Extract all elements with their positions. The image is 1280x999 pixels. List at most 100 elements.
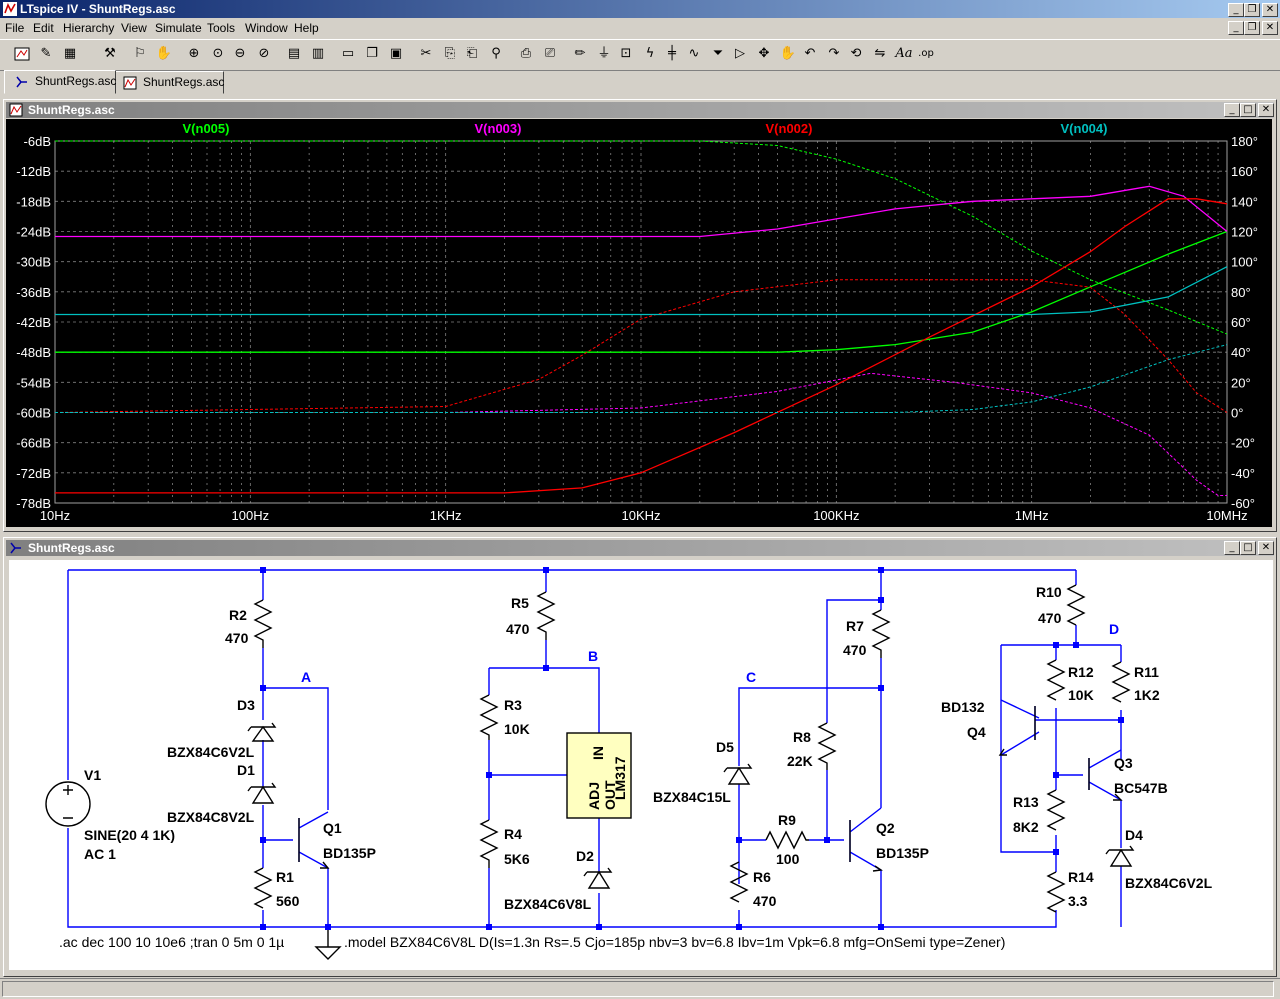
inductor-icon[interactable]: ∿ [684,43,704,65]
print-icon[interactable]: ▦ [60,43,80,65]
print-preview-icon[interactable]: ⎙ [516,43,536,65]
spice-directives: .ac dec 100 10 10e6 ;tran 0 5m 0 1µ .mod… [59,934,1005,950]
menu-edit[interactable]: Edit [33,21,54,35]
print-setup-icon[interactable]: ⎚ [540,43,560,65]
plot-minimize-button[interactable]: _ [1224,103,1240,117]
label-R3: R3 [504,697,522,713]
menu-file[interactable]: File [5,21,24,35]
autorange-icon[interactable]: ▤ [284,43,304,65]
y-tick-label: -12dB [16,164,51,179]
y-tick-label: -24dB [16,225,51,240]
x-tick-label: 1MHz [1015,508,1049,523]
open-icon[interactable] [12,43,32,65]
waveform-window-title: ShuntRegs.asc [28,103,115,117]
wire-icon[interactable]: ✏ [570,43,590,65]
paste-icon[interactable]: ⎗ [462,43,482,65]
y2-tick-label: 140° [1231,194,1258,209]
y-tick-label: -54dB [16,375,51,390]
menu-window[interactable]: Window [245,21,288,35]
y2-tick-label: 160° [1231,164,1258,179]
title-bar: LTspice IV - ShuntRegs.asc _ ❐ ✕ [0,0,1280,18]
tab-schematic[interactable]: ShuntRegs.asc [4,70,116,94]
menu-help[interactable]: Help [294,21,319,35]
lm317-adj-pin: ADJ [586,782,602,810]
copy-icon[interactable]: ⎘ [440,43,460,65]
tile-horizontal-icon[interactable]: ▭ [338,43,358,65]
tab-schematic-label: ShuntRegs.asc [35,74,117,88]
y-tick-label: -42dB [16,315,51,330]
schematic-minimize-button[interactable]: _ [1224,541,1240,555]
label-D3: D3 [237,697,255,713]
component-icon[interactable]: ▷ [730,43,750,65]
y2-tick-label: 100° [1231,255,1258,270]
bode-plot[interactable]: -6dB -12dB -18dB -24dB -30dB -36dB -42dB -48dB -… [6,119,1272,527]
menu-view[interactable]: View [121,21,147,35]
capacitor-icon[interactable]: ╪ [662,43,682,65]
value-Q1: BD135P [323,845,376,861]
restore-button[interactable]: ❐ [1244,3,1260,17]
window-title: LTspice IV - ShuntRegs.asc [20,2,176,16]
ground-icon[interactable]: ⏚ [594,43,614,65]
plot-close-button[interactable]: ✕ [1258,103,1274,117]
find-icon[interactable]: ⚲ [486,43,506,65]
diode-icon[interactable]: ⏷ [708,43,728,65]
close-window-icon[interactable]: ▣ [386,43,406,65]
zoom-pan-icon[interactable]: ⊙ [208,43,228,65]
analysis-directive[interactable]: .ac dec 100 10 10e6 ;tran 0 5m 0 1µ [59,934,284,950]
x-tick-label: 10KHz [621,508,660,523]
schematic-maximize-button[interactable]: □ [1240,541,1256,555]
legend-V(n005): V(n005) [183,121,230,136]
value-R7: 470 [843,642,867,658]
label-R11: R11 [1134,664,1159,680]
cascade-icon[interactable]: ❐ [362,43,382,65]
zoom-in-icon[interactable]: ⊕ [184,43,204,65]
mirror-icon[interactable]: ⇋ [870,43,890,65]
halt-icon[interactable]: ✋ [154,43,174,65]
zoom-fit-icon[interactable]: ⊘ [254,43,274,65]
grid-icon[interactable]: ▥ [308,43,328,65]
close-button[interactable]: ✕ [1262,3,1278,17]
ltspice-app-icon [3,2,17,16]
value-Q4: BD132 [941,699,985,715]
model-directive[interactable]: .model BZX84C6V8L D(Is=1.3n Rs=.5 Cjo=18… [344,934,1005,950]
undo-icon[interactable]: ↶ [800,43,820,65]
waveform-icon [9,103,23,117]
value-D2: BZX84C6V8L [504,896,592,912]
redo-icon[interactable]: ↷ [824,43,844,65]
zoom-out-icon[interactable]: ⊖ [230,43,250,65]
label-R13: R13 [1013,794,1039,810]
spice-directive-icon[interactable]: .op [916,43,936,65]
value-R8: 22K [787,753,813,769]
schematic-window-title: ShuntRegs.asc [28,541,115,555]
cut-icon[interactable]: ✂ [416,43,436,65]
value-D3: BZX84C6V2L [167,744,255,760]
schematic-close-button[interactable]: ✕ [1258,541,1274,555]
menu-tools[interactable]: Tools [207,21,235,35]
tab-waveform[interactable]: ShuntRegs.asc [112,71,224,94]
value-D5: BZX84C15L [653,789,731,805]
mdi-close-button[interactable]: ✕ [1262,21,1278,35]
rotate-icon[interactable]: ⟲ [846,43,866,65]
save-icon[interactable]: ✎ [36,43,56,65]
label-R12: R12 [1068,664,1094,680]
drag-icon[interactable]: ✋ [778,43,798,65]
run-icon[interactable]: ⚐ [130,43,150,65]
settings-hammer-icon[interactable]: ⚒ [100,43,120,65]
move-icon[interactable]: ✥ [754,43,774,65]
plot-maximize-button[interactable]: □ [1240,103,1256,117]
y-tick-label: -18dB [16,194,51,209]
y2-tick-label: -40° [1231,466,1255,481]
label-R6: R6 [753,869,771,885]
resistor-icon[interactable]: ϟ [640,43,660,65]
label-icon[interactable]: ⊡ [616,43,636,65]
menu-simulate[interactable]: Simulate [155,21,202,35]
y-tick-label: -72dB [16,466,51,481]
menu-hierarchy[interactable]: Hierarchy [63,21,114,35]
text-icon[interactable]: Aa [894,43,914,65]
mdi-minimize-button[interactable]: _ [1228,21,1244,35]
minimize-button[interactable]: _ [1228,3,1244,17]
legend-V(n002): V(n002) [766,121,813,136]
mdi-restore-button[interactable]: ❐ [1244,21,1260,35]
schematic-canvas[interactable]: R2 470 D3 BZX84C6V2L D1 BZX84C8V2L Q1 BD… [9,560,1273,970]
label-D1: D1 [237,762,255,778]
